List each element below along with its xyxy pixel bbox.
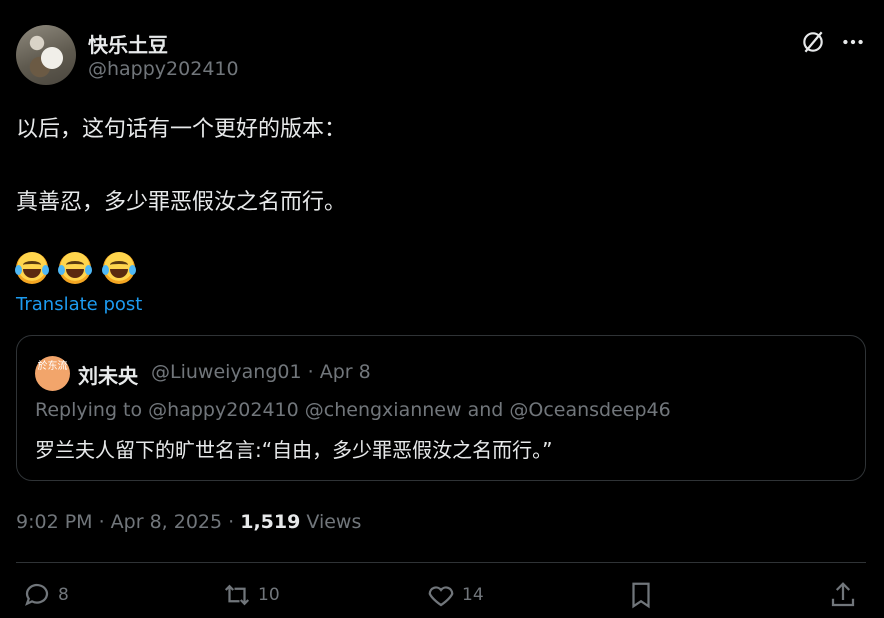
reply-count: 8	[58, 585, 69, 605]
divider	[16, 562, 866, 563]
quoted-post[interactable]: 於东流 刘未央 @Liuweiyang01 · Apr 8 Replying t…	[16, 335, 866, 481]
quote-avatar[interactable]: 於东流	[35, 356, 70, 391]
repost-button[interactable]: 10	[222, 580, 280, 610]
post-timestamp[interactable]: 9:02 PM · Apr 8, 2025 ·	[16, 511, 240, 533]
bookmark-icon	[632, 582, 650, 609]
tears-of-joy-emoji-icon	[58, 252, 93, 284]
share-icon	[831, 582, 855, 607]
repost-count: 10	[258, 585, 280, 605]
reply-icon	[25, 583, 49, 606]
translate-post-link[interactable]: Translate post	[16, 294, 142, 315]
views-count: 1,519	[240, 511, 301, 533]
author-name[interactable]: 快乐土豆	[88, 29, 168, 58]
quote-text: 罗兰夫人留下的旷世名言:“自由，多少罪恶假汝之名而行。”	[35, 438, 553, 462]
quote-author-name[interactable]: 刘未央	[78, 360, 138, 389]
views-label: Views	[300, 511, 362, 533]
tears-of-joy-emoji-icon	[15, 252, 49, 284]
quote-handle-date: @Liuweiyang01 · Apr 8	[151, 361, 371, 383]
grok-icon[interactable]	[800, 29, 826, 55]
emoji-row	[15, 252, 866, 284]
post-text-line: 以后，这句话有一个更好的版本：	[16, 117, 347, 142]
like-button[interactable]: 14	[426, 580, 484, 610]
quote-replying-to: Replying to @happy202410 @chengxiannew a…	[35, 399, 671, 421]
more-options-icon[interactable]	[840, 29, 866, 55]
action-bar: 8 10 14	[16, 580, 866, 616]
avatar[interactable]	[16, 25, 76, 85]
reply-button[interactable]: 8	[22, 580, 69, 610]
post-text-line: 真善忍，多少罪恶假汝之名而行。	[16, 190, 347, 215]
tears-of-joy-emoji-icon	[101, 252, 136, 284]
repost-icon	[224, 584, 250, 606]
post-header: 快乐土豆 @happy202410	[16, 25, 866, 87]
author-handle[interactable]: @happy202410	[88, 58, 239, 80]
like-count: 14	[462, 585, 484, 605]
share-button[interactable]	[828, 580, 858, 610]
bookmark-button[interactable]	[626, 580, 656, 610]
heart-icon	[428, 586, 454, 607]
post-meta: 9:02 PM · Apr 8, 2025 · 1,519 Views	[16, 511, 361, 533]
